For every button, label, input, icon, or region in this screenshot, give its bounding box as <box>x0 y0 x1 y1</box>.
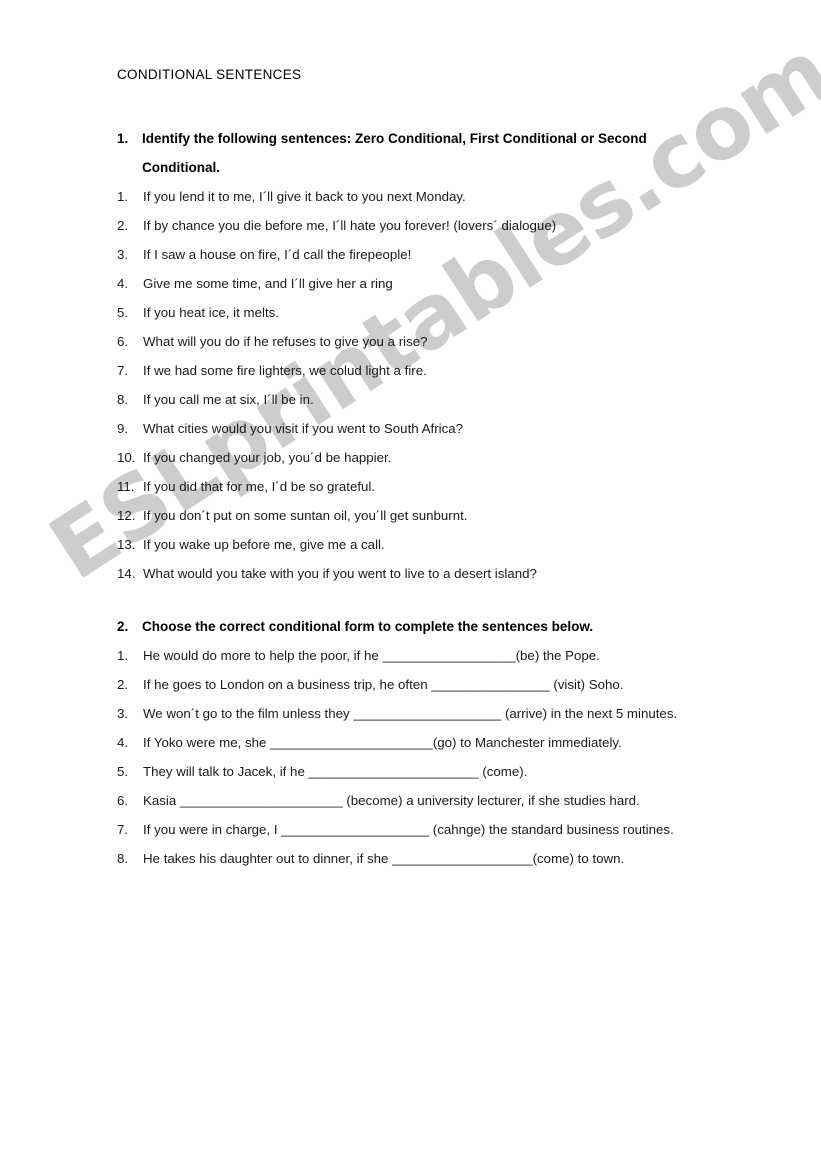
list-item-number: 4. <box>117 735 129 750</box>
page-title: CONDITIONAL SENTENCES <box>117 67 302 82</box>
list-item-text: If by chance you die before me, I´ll hat… <box>143 218 557 233</box>
section-2: 2. Choose the correct conditional form t… <box>117 612 727 873</box>
list-item-number: 7. <box>117 822 129 837</box>
list-item: 5. They will talk to Jacek, if he _______… <box>117 757 727 786</box>
list-item-text: If I saw a house on fire, I´d call the f… <box>143 247 412 262</box>
list-item-text: If you changed your job, you´d be happie… <box>143 450 392 465</box>
list-item-text: If you were in charge, I _______________… <box>143 822 674 837</box>
list-item: 14. What would you take with you if you w… <box>117 559 727 588</box>
section-2-heading: 2. Choose the correct conditional form t… <box>117 612 727 641</box>
list-item: 2. If he goes to London on a business tri… <box>117 670 727 699</box>
list-item-text: If you don´t put on some suntan oil, you… <box>143 508 468 523</box>
list-item-text: What cities would you visit if you went … <box>143 421 464 436</box>
list-item: 6. What will you do if he refuses to give… <box>117 327 727 356</box>
list-item: 12. If you don´t put on some suntan oil, … <box>117 501 727 530</box>
list-item-number: 9. <box>117 421 129 436</box>
list-item-number: 10. <box>117 450 136 465</box>
section-1-question-list: 1. If you lend it to me, I´ll give it bac… <box>117 182 727 588</box>
list-item-text: If you lend it to me, I´ll give it back … <box>143 189 466 204</box>
list-item: 8. If you call me at six, I´ll be in. <box>117 385 727 414</box>
list-item-text: They will talk to Jacek, if he _________… <box>143 764 528 779</box>
section-1-number: 1. <box>117 131 129 146</box>
list-item-number: 14. <box>117 566 136 581</box>
list-item-text: Kasia ______________________ (become) a … <box>143 793 640 808</box>
section-1: 1. Identify the following sentences: Zer… <box>117 124 727 588</box>
list-item-number: 3. <box>117 706 129 721</box>
list-item: 2. If by chance you die before me, I´ll h… <box>117 211 727 240</box>
list-item-text: If you call me at six, I´ll be in. <box>143 392 314 407</box>
list-item-text: He takes his daughter out to dinner, if … <box>143 851 625 866</box>
list-item-number: 8. <box>117 392 129 407</box>
list-item-number: 1. <box>117 648 129 663</box>
list-item-number: 5. <box>117 305 129 320</box>
list-item-text: If he goes to London on a business trip,… <box>143 677 624 692</box>
list-item-number: 6. <box>117 793 129 808</box>
list-item-text: What will you do if he refuses to give y… <box>143 334 428 349</box>
section-1-heading: 1. Identify the following sentences: Zer… <box>117 124 727 182</box>
list-item: 4. Give me some time, and I´ll give her a… <box>117 269 727 298</box>
section-2-number: 2. <box>117 619 129 634</box>
list-item-number: 5. <box>117 764 129 779</box>
list-item: 3. If I saw a house on fire, I´d call the… <box>117 240 727 269</box>
list-item-number: 12. <box>117 508 136 523</box>
list-item: 8. He takes his daughter out to dinner, i… <box>117 844 727 873</box>
list-item-text: If Yoko were me, she ___________________… <box>143 735 622 750</box>
list-item: 7. If we had some fire lighters, we colud… <box>117 356 727 385</box>
section-2-question-list: 1. He would do more to help the poor, if … <box>117 641 727 873</box>
list-item-number: 2. <box>117 218 129 233</box>
list-item-number: 3. <box>117 247 129 262</box>
list-item-number: 6. <box>117 334 129 349</box>
list-item-text: If you heat ice, it melts. <box>143 305 279 320</box>
list-item: 1. If you lend it to me, I´ll give it bac… <box>117 182 727 211</box>
list-item: 6. Kasia ______________________ (become) … <box>117 786 727 815</box>
list-item-text: If you wake up before me, give me a call… <box>143 537 385 552</box>
list-item-text: If we had some fire lighters, we colud l… <box>143 363 427 378</box>
list-item-number: 8. <box>117 851 129 866</box>
list-item-number: 11. <box>117 479 135 494</box>
worksheet-page: ESLprintables.com CONDITIONAL SENTENCES … <box>0 0 821 1169</box>
list-item-text: We won´t go to the film unless they ____… <box>143 706 678 721</box>
list-item-number: 4. <box>117 276 129 291</box>
list-item: 3. We won´t go to the film unless they __… <box>117 699 727 728</box>
list-item-number: 2. <box>117 677 129 692</box>
list-item: 11. If you did that for me, I´d be so gra… <box>117 472 727 501</box>
list-item-text: Give me some time, and I´ll give her a r… <box>143 276 393 291</box>
list-item: 7. If you were in charge, I _____________… <box>117 815 727 844</box>
list-item: 5. If you heat ice, it melts. <box>117 298 727 327</box>
list-item-number: 7. <box>117 363 129 378</box>
list-item-text: He would do more to help the poor, if he… <box>143 648 600 663</box>
list-item: 13. If you wake up before me, give me a c… <box>117 530 727 559</box>
list-item: 4. If Yoko were me, she _________________… <box>117 728 727 757</box>
list-item: 9. What cities would you visit if you wen… <box>117 414 727 443</box>
list-item-number: 13. <box>117 537 136 552</box>
section-2-heading-text: Choose the correct conditional form to c… <box>142 619 594 634</box>
section-1-heading-text: Identify the following sentences: Zero C… <box>142 131 647 175</box>
list-item-text: If you did that for me, I´d be so gratef… <box>143 479 376 494</box>
list-item: 1. He would do more to help the poor, if … <box>117 641 727 670</box>
list-item-text: What would you take with you if you went… <box>143 566 537 581</box>
list-item-number: 1. <box>117 189 129 204</box>
list-item: 10. If you changed your job, you´d be hap… <box>117 443 727 472</box>
